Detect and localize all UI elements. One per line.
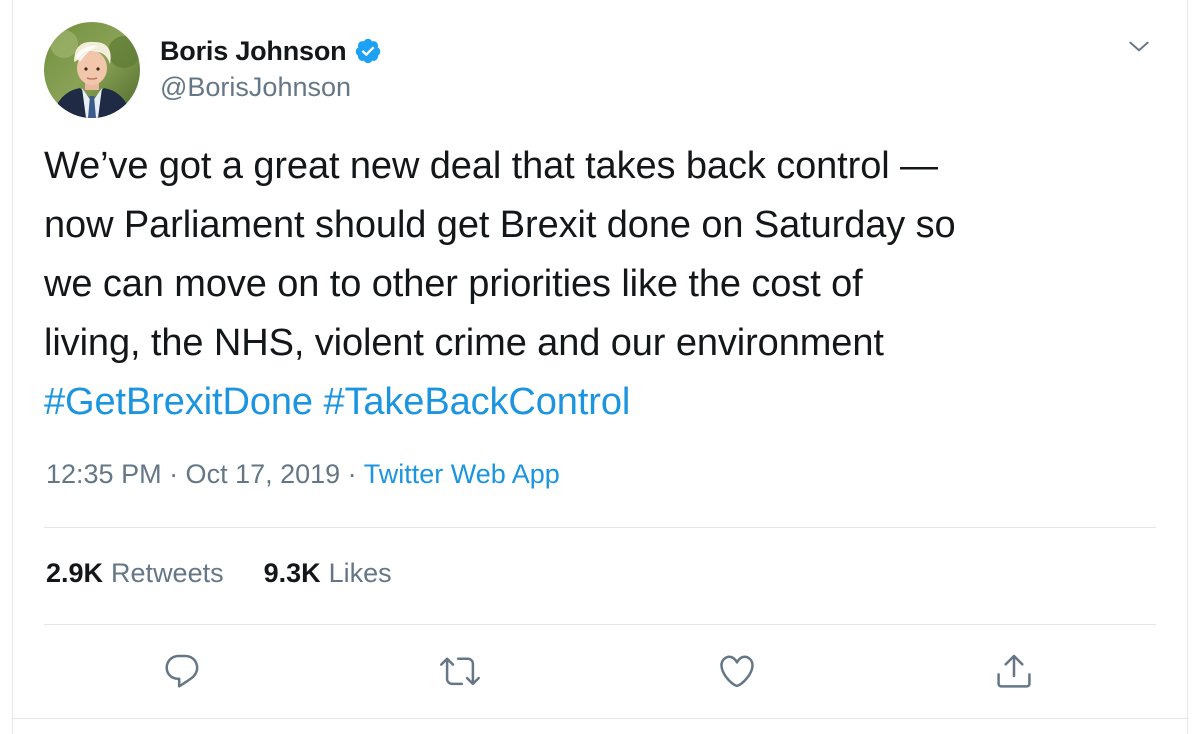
avatar[interactable]: [44, 22, 140, 118]
tweet-meta: 12:35 PM · Oct 17, 2019 · Twitter Web Ap…: [46, 459, 560, 490]
tweet-text-line: living, the NHS, violent crime and our e…: [44, 322, 884, 364]
divider-bottom: [44, 624, 1156, 625]
tweet-text: We’ve got a great new deal that takes ba…: [44, 137, 1154, 432]
display-name[interactable]: Boris Johnson: [160, 36, 347, 67]
tweet-stats: 2.9K Retweets 9.3K Likes: [46, 558, 392, 589]
chevron-down-icon[interactable]: [1126, 34, 1152, 60]
meta-separator: ·: [340, 459, 364, 489]
like-button[interactable]: [716, 652, 758, 694]
tweet-text-line: now Parliament should get Brexit done on…: [44, 204, 956, 246]
author-block[interactable]: Boris Johnson @BorisJohnson: [160, 34, 382, 103]
tweet-text-line: We’ve got a great new deal that takes ba…: [44, 145, 938, 187]
reply-button[interactable]: [161, 652, 203, 694]
tweet-card: Boris Johnson @BorisJohnson We’ve got a …: [12, 0, 1188, 734]
name-row: Boris Johnson: [160, 34, 382, 68]
likes-label: Likes: [328, 558, 392, 588]
hashtag-takebackcontrol[interactable]: #TakeBackControl: [323, 381, 630, 423]
verified-badge-icon: [354, 37, 382, 65]
hashtag-line: #GetBrexitDone #TakeBackControl: [44, 373, 1154, 432]
retweet-icon: [440, 651, 480, 696]
share-button[interactable]: [993, 652, 1035, 694]
avatar-photo: [44, 22, 140, 118]
share-icon: [994, 651, 1034, 696]
source-link[interactable]: Twitter Web App: [364, 459, 560, 489]
reply-icon: [162, 651, 202, 696]
likes-stat[interactable]: 9.3K Likes: [264, 558, 392, 589]
retweets-count: 2.9K: [46, 558, 104, 588]
timestamp[interactable]: 12:35 PM · Oct 17, 2019: [46, 459, 340, 489]
divider-top: [44, 527, 1156, 528]
tweet-text-line: we can move on to other priorities like …: [44, 263, 863, 305]
like-icon: [717, 651, 757, 696]
retweets-label: Retweets: [111, 558, 224, 588]
hashtag-getbrexitdone[interactable]: #GetBrexitDone: [44, 381, 313, 423]
card-bottom-border: [13, 718, 1187, 719]
likes-count: 9.3K: [263, 558, 321, 588]
retweet-button[interactable]: [439, 652, 481, 694]
retweets-stat[interactable]: 2.9K Retweets: [46, 558, 224, 589]
handle[interactable]: @BorisJohnson: [160, 72, 382, 103]
